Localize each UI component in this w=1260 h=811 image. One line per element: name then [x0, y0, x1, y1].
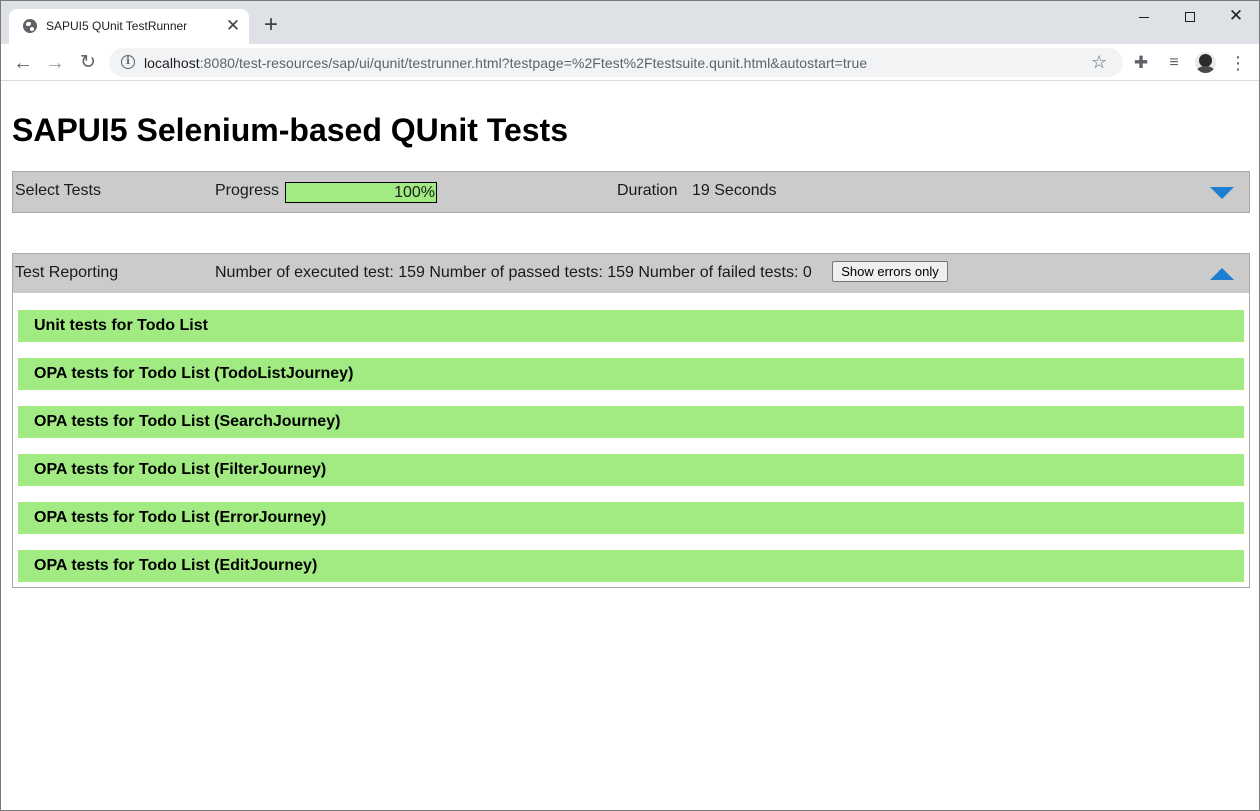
- window-close-button[interactable]: ✕: [1213, 1, 1259, 31]
- collapse-arrow-icon[interactable]: [1210, 268, 1234, 280]
- media-control-icon[interactable]: ≡: [1164, 53, 1184, 73]
- show-errors-only-button[interactable]: Show errors only: [832, 261, 948, 282]
- progress-label: Progress: [215, 182, 280, 199]
- test-module-label: OPA tests for Todo List (TodoListJourney…: [34, 365, 354, 382]
- test-module-row[interactable]: OPA tests for Todo List (EditJourney): [18, 550, 1244, 582]
- minimize-icon: [1139, 16, 1149, 18]
- page-title: SAPUI5 Selenium-based QUnit Tests: [12, 112, 568, 148]
- url-text[interactable]: localhost:8080/test-resources/sap/ui/qun…: [144, 55, 867, 71]
- test-module-label: OPA tests for Todo List (ErrorJourney): [34, 509, 327, 526]
- back-button[interactable]: ←: [10, 50, 36, 76]
- test-module-row[interactable]: OPA tests for Todo List (FilterJourney): [18, 454, 1244, 486]
- duration-value: 19 Seconds: [692, 182, 777, 199]
- profile-avatar[interactable]: [1195, 52, 1216, 73]
- info-icon[interactable]: i: [121, 55, 135, 69]
- select-tests-bar: Select Tests Progress 100% Duration 19 S…: [12, 171, 1250, 213]
- test-summary: Number of executed test: 159 Number of p…: [215, 264, 812, 281]
- maximize-icon: [1185, 12, 1195, 23]
- url-path: :8080/test-resources/sap/ui/qunit/testru…: [199, 55, 868, 71]
- progress-bar: 100%: [285, 182, 437, 203]
- test-module-row[interactable]: OPA tests for Todo List (TodoListJourney…: [18, 358, 1244, 390]
- test-results-list: Unit tests for Todo List OPA tests for T…: [12, 293, 1250, 588]
- reload-button[interactable]: ↻: [75, 50, 101, 76]
- extensions-icon[interactable]: ✚: [1131, 53, 1151, 73]
- maximize-button[interactable]: [1167, 1, 1213, 31]
- test-reporting-bar: Test Reporting Number of executed test: …: [12, 253, 1250, 294]
- test-module-label: OPA tests for Todo List (EditJourney): [34, 557, 318, 574]
- bookmark-star-icon[interactable]: ☆: [1091, 52, 1107, 73]
- url-host: localhost: [144, 55, 200, 71]
- progress-percent: 100%: [394, 184, 435, 201]
- test-reporting-label: Test Reporting: [15, 264, 119, 281]
- test-module-label: OPA tests for Todo List (SearchJourney): [34, 413, 341, 430]
- browser-toolbar: ← → ↻ i localhost:8080/test-resources/sa…: [1, 44, 1259, 81]
- test-module-label: Unit tests for Todo List: [34, 317, 208, 334]
- close-tab-icon[interactable]: ✕: [224, 17, 242, 35]
- select-tests-label: Select Tests: [15, 182, 101, 199]
- duration-label: Duration: [617, 182, 678, 199]
- forward-button[interactable]: →: [42, 50, 68, 76]
- expand-arrow-icon[interactable]: [1210, 187, 1234, 199]
- test-module-row[interactable]: OPA tests for Todo List (SearchJourney): [18, 406, 1244, 438]
- test-module-label: OPA tests for Todo List (FilterJourney): [34, 461, 327, 478]
- address-bar[interactable]: i localhost:8080/test-resources/sap/ui/q…: [109, 48, 1123, 77]
- new-tab-button[interactable]: +: [260, 13, 282, 37]
- browser-titlebar: SAPUI5 QUnit TestRunner ✕ + ✕: [1, 1, 1259, 44]
- browser-menu-icon[interactable]: ⋮: [1229, 53, 1247, 73]
- globe-icon: [23, 19, 37, 33]
- minimize-button[interactable]: [1121, 1, 1167, 31]
- tab-title: SAPUI5 QUnit TestRunner: [46, 19, 188, 33]
- test-module-row[interactable]: Unit tests for Todo List: [18, 310, 1244, 342]
- test-module-row[interactable]: OPA tests for Todo List (ErrorJourney): [18, 502, 1244, 534]
- browser-tab[interactable]: SAPUI5 QUnit TestRunner ✕: [9, 9, 249, 44]
